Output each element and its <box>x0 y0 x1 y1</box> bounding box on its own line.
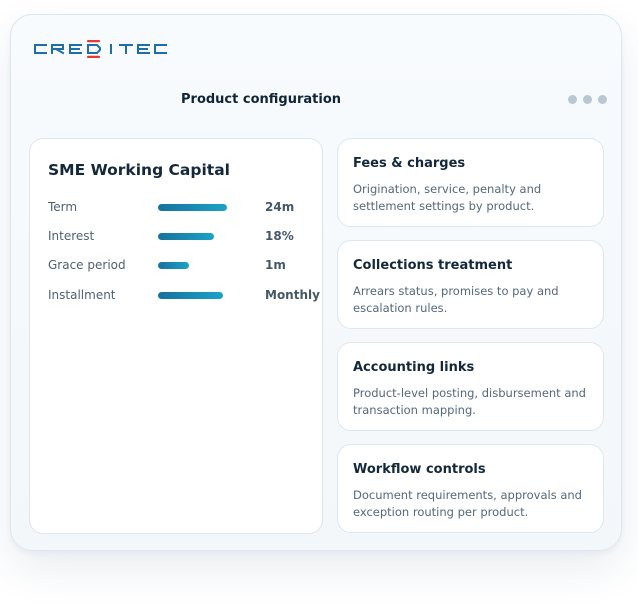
param-row-term: Term 24m <box>48 198 318 218</box>
param-label: Grace period <box>48 258 126 272</box>
param-bar <box>158 292 223 299</box>
param-bar <box>158 262 190 269</box>
feature-title: Collections treatment <box>353 258 513 273</box>
param-label: Interest <box>48 229 95 243</box>
param-value: Monthly <box>265 288 320 302</box>
more-horizontal-icon <box>598 95 607 104</box>
product-summary-card: SME Working Capital Term 24m Interest 18… <box>29 138 323 534</box>
param-bar <box>158 204 227 211</box>
feature-title: Fees & charges <box>353 156 466 171</box>
feature-card-fees-charges[interactable]: Fees & charges Origination, service, pen… <box>337 138 604 227</box>
param-value: 18% <box>265 229 294 243</box>
feature-card-accounting-links[interactable]: Accounting links Product-level posting, … <box>337 342 604 431</box>
product-title: SME Working Capital <box>48 161 230 179</box>
more-horizontal-icon <box>583 95 592 104</box>
feature-title: Accounting links <box>353 360 475 375</box>
page-title: Product configuration <box>181 92 342 107</box>
param-row-grace-period: Grace period 1m <box>48 256 318 276</box>
param-bar-track <box>158 262 238 269</box>
more-options-menu[interactable] <box>568 95 607 104</box>
app-window: Product configuration SME Working Capita… <box>10 14 622 551</box>
more-horizontal-icon <box>568 95 577 104</box>
param-bar-track <box>158 204 238 211</box>
param-value: 24m <box>265 200 295 214</box>
feature-description: Arrears status, promises to pay and esca… <box>353 284 559 315</box>
param-value: 1m <box>265 258 286 272</box>
param-bar-track <box>158 233 238 240</box>
feature-card-collections-treatment[interactable]: Collections treatment Arrears status, pr… <box>337 240 604 329</box>
param-label: Term <box>48 200 78 214</box>
feature-description: Document requirements, approvals and exc… <box>353 488 582 519</box>
feature-card-workflow-controls[interactable]: Workflow controls Document requirements,… <box>337 444 604 533</box>
param-label: Installment <box>48 288 116 302</box>
param-row-installment: Installment Monthly <box>48 286 320 306</box>
param-bar-track <box>158 292 238 299</box>
feature-description: Origination, service, penalty and settle… <box>353 182 542 213</box>
feature-description: Product-level posting, disbursement and … <box>353 386 586 417</box>
feature-title: Workflow controls <box>353 462 486 477</box>
param-row-interest: Interest 18% <box>48 227 318 247</box>
param-bar <box>158 233 214 240</box>
creditec-logo <box>34 40 167 58</box>
